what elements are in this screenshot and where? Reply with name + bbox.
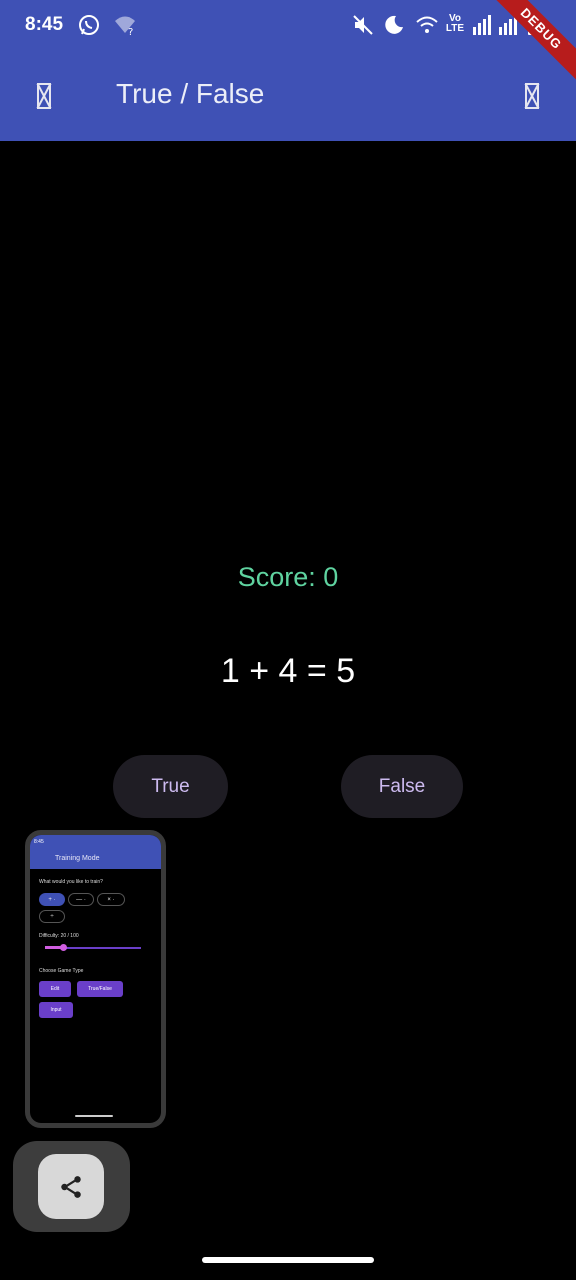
wifi-icon (414, 12, 440, 38)
share-panel (13, 1141, 130, 1232)
signal-icon (470, 12, 496, 38)
missing-glyph-icon (525, 83, 539, 109)
preview-difficulty: Difficulty: 20 / 100 (39, 933, 79, 939)
missing-glyph-icon (37, 83, 51, 109)
equation-text: 1 + 4 = 5 (220, 652, 356, 690)
preview-time: 8:45 (34, 839, 44, 845)
false-button[interactable]: False (341, 755, 463, 818)
screenshot-preview[interactable]: 8:45 Training Mode What would you like t… (25, 830, 166, 1128)
do-not-disturb-moon-icon (381, 12, 407, 38)
preview-chip: + · (39, 893, 65, 906)
share-icon (61, 1175, 81, 1198)
preview-game-type: Choose Game Type (39, 968, 84, 974)
preview-app-bar (30, 835, 161, 869)
wifi-question-icon: ? (112, 12, 138, 38)
svg-text:?: ? (128, 27, 133, 37)
preview-slider-knob (60, 944, 67, 951)
preview-button: Input (39, 1002, 73, 1018)
mute-icon (350, 12, 376, 38)
preview-chip: — · (68, 893, 94, 906)
score-text: Score: 0 (237, 562, 339, 592)
share-button[interactable] (38, 1154, 104, 1219)
preview-chip: × · (97, 893, 125, 906)
status-bar: 8:45 ? Vo LTE (0, 0, 576, 52)
trailing-button[interactable] (512, 76, 552, 116)
true-button[interactable]: True (113, 755, 228, 818)
top-bar: 8:45 ? Vo LTE DEBUG True / False (0, 0, 576, 141)
preview-button: True/False (77, 981, 123, 997)
leading-button[interactable] (24, 76, 64, 116)
page-title: True / False (116, 78, 265, 109)
preview-home-indicator (75, 1115, 113, 1117)
network-label: Vo LTE (445, 13, 465, 34)
preview-title: Training Mode (55, 855, 100, 862)
home-indicator[interactable] (202, 1257, 374, 1263)
status-time: 8:45 (25, 14, 64, 35)
preview-question: What would you like to train? (39, 879, 103, 885)
app-bar: True / False (0, 52, 576, 141)
preview-chip: ÷ (39, 910, 65, 923)
whatsapp-icon (76, 12, 102, 38)
preview-button: Edit (39, 981, 71, 997)
